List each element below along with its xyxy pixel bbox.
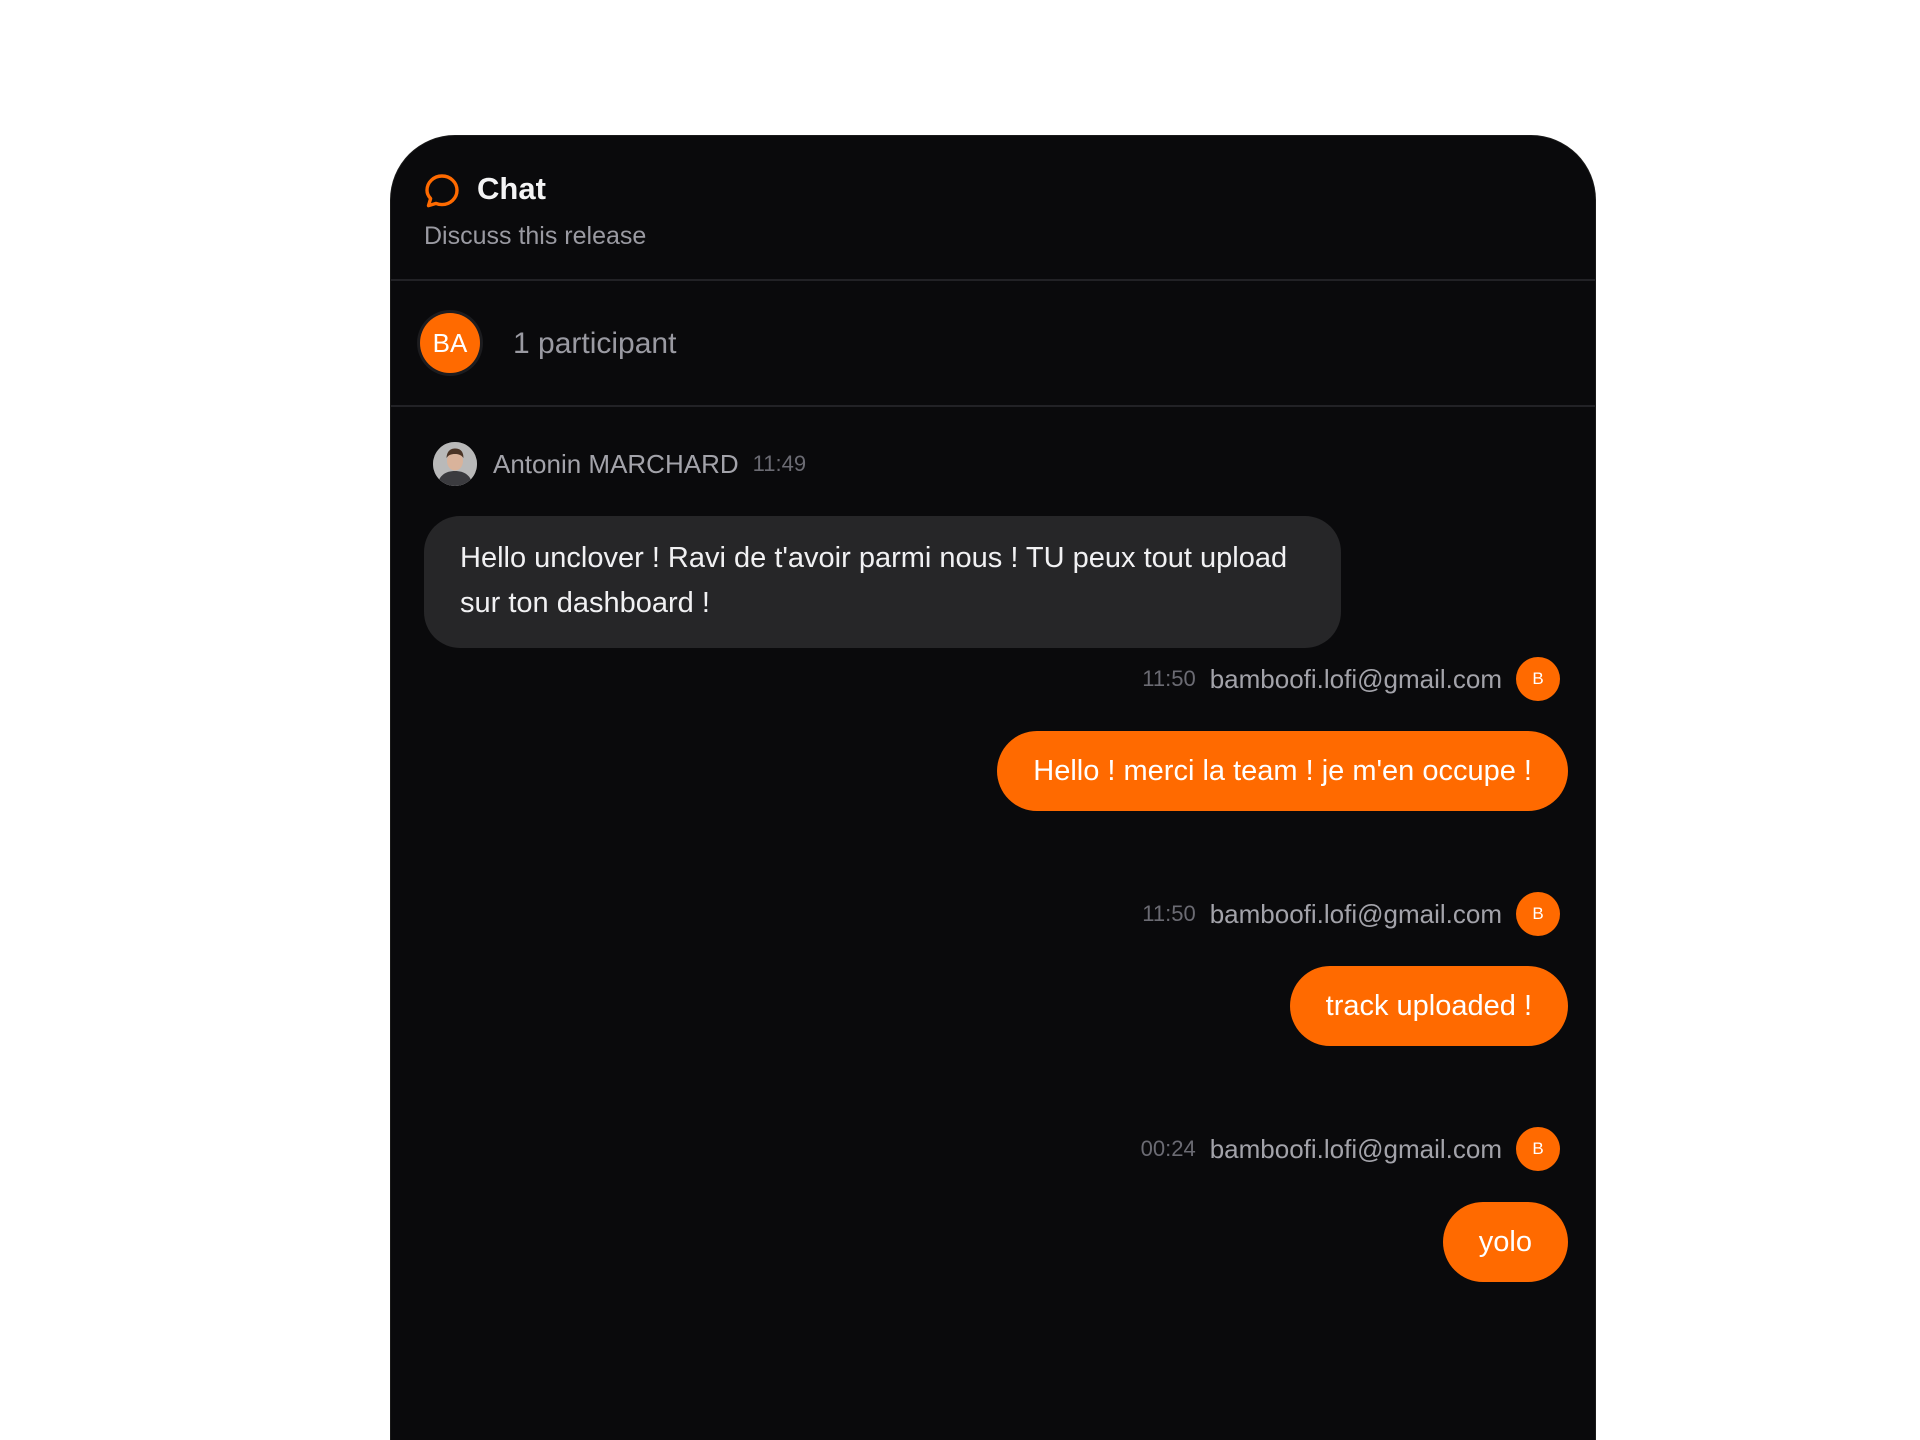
user-avatar: B bbox=[1516, 657, 1560, 701]
incoming-message-bubble[interactable]: Hello unclover ! Ravi de t'avoir parmi n… bbox=[424, 516, 1341, 648]
message-meta: Antonin MARCHARD 11:49 bbox=[433, 442, 806, 486]
chat-title: Chat bbox=[477, 171, 546, 206]
message-meta: 11:50 bamboofi.lofi@gmail.com B bbox=[1142, 892, 1560, 936]
outgoing-message-bubble[interactable]: Hello ! merci la team ! je m'en occupe ! bbox=[997, 731, 1568, 811]
chat-subtitle: Discuss this release bbox=[424, 222, 647, 250]
chat-panel: Chat Discuss this release BA 1 participa… bbox=[391, 136, 1595, 1440]
message-author: bamboofi.lofi@gmail.com bbox=[1209, 898, 1502, 929]
outgoing-message-bubble[interactable]: track uploaded ! bbox=[1289, 966, 1568, 1046]
person-photo-icon bbox=[433, 442, 477, 486]
user-avatar: B bbox=[1516, 1127, 1560, 1171]
message-list: Antonin MARCHARD 11:49 Hello unclover ! … bbox=[391, 407, 1595, 1440]
participant-count: 1 participant bbox=[513, 327, 677, 360]
outgoing-message-bubble[interactable]: yolo bbox=[1442, 1202, 1568, 1282]
message-author: Antonin MARCHARD bbox=[493, 448, 739, 479]
message-time: 11:50 bbox=[1142, 666, 1196, 691]
chat-header: Chat Discuss this release bbox=[391, 136, 1595, 281]
message-time: 11:50 bbox=[1142, 901, 1196, 926]
message-author: bamboofi.lofi@gmail.com bbox=[1209, 1133, 1502, 1164]
message-time: 00:24 bbox=[1140, 1136, 1196, 1161]
chat-bubble-icon bbox=[425, 174, 459, 208]
message-author: bamboofi.lofi@gmail.com bbox=[1209, 663, 1502, 694]
participants-bar[interactable]: BA 1 participant bbox=[391, 281, 1595, 407]
participant-avatar[interactable]: BA bbox=[420, 313, 480, 373]
message-meta: 00:24 bamboofi.lofi@gmail.com B bbox=[1141, 1127, 1560, 1171]
message-meta: 11:50 bamboofi.lofi@gmail.com B bbox=[1142, 657, 1560, 701]
user-photo-avatar bbox=[433, 442, 477, 486]
user-avatar: B bbox=[1516, 892, 1560, 936]
message-time: 11:49 bbox=[752, 451, 807, 476]
